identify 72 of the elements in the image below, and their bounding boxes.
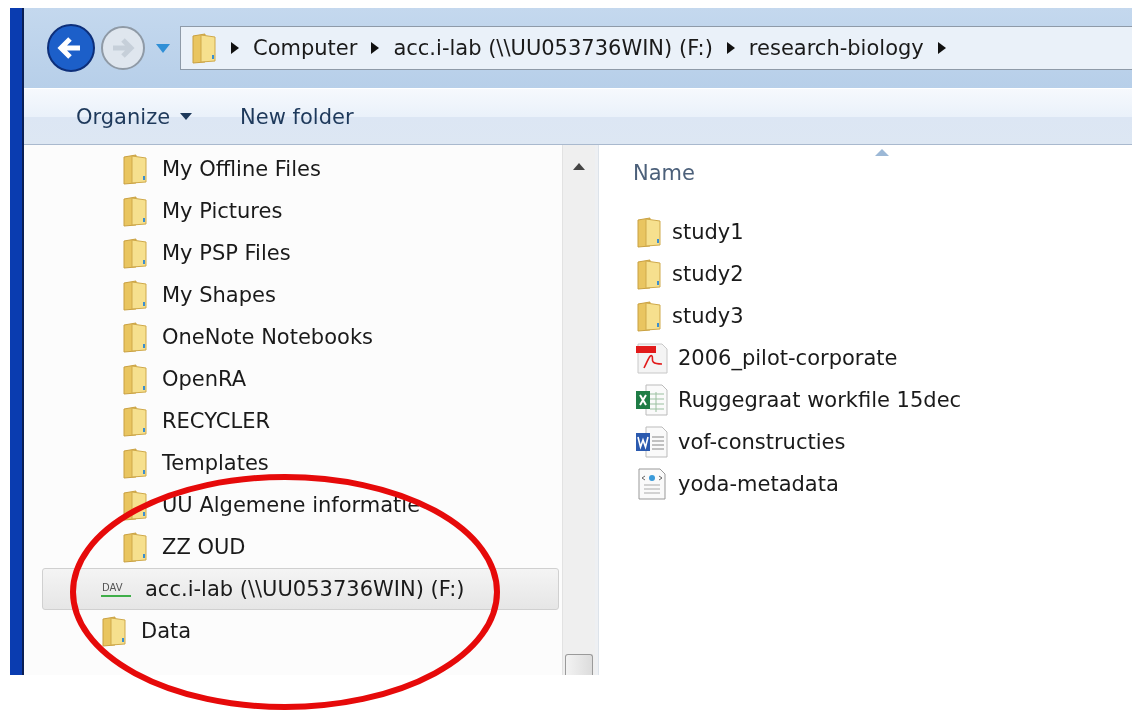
caret-icon	[180, 113, 193, 120]
folder-name: ZZ OUD	[162, 535, 246, 559]
folder-name: My PSP Files	[162, 241, 291, 265]
document-file-icon	[636, 426, 668, 458]
toolbar-button[interactable]: New folder	[240, 98, 354, 135]
folder-icon	[122, 237, 148, 269]
organize-menu-button[interactable]: Organize	[76, 98, 193, 135]
pdf-file-icon	[636, 342, 668, 374]
chevron-icon[interactable]	[231, 42, 239, 54]
file-row[interactable]: study1	[599, 211, 1132, 253]
folder-icon	[122, 447, 148, 479]
tree-item[interactable]: Data	[42, 610, 559, 652]
breadcrumb[interactable]: research-biology	[748, 36, 924, 60]
column-header[interactable]: Name	[633, 161, 695, 185]
file-name: 2006_pilot-corporate	[678, 346, 898, 370]
tree-item[interactable]: My Pictures	[24, 190, 562, 232]
folder-icon	[122, 489, 148, 521]
sort-arrow-icon	[875, 149, 889, 156]
folder-icon	[122, 531, 148, 563]
folder-icon	[636, 300, 662, 332]
file-name: study3	[672, 304, 744, 328]
folder-name: My Offline Files	[162, 157, 321, 181]
tree-item[interactable]: My PSP Files	[24, 232, 562, 274]
folder-name: Templates	[162, 451, 269, 475]
folder-name: OneNote Notebooks	[162, 325, 373, 349]
tree-item[interactable]: My Shapes	[24, 274, 562, 316]
folder-icon	[636, 258, 662, 290]
chevron-icon[interactable]	[371, 42, 380, 54]
folder-icon	[122, 279, 148, 311]
chevron-icon[interactable]	[726, 42, 735, 54]
tree-item[interactable]: OneNote Notebooks	[24, 316, 562, 358]
folder-icon	[101, 615, 127, 647]
file-row[interactable]: study3	[599, 295, 1132, 337]
file-row[interactable]: yoda-metadata	[599, 463, 1132, 505]
file-name: study1	[672, 220, 744, 244]
scroll-thumb[interactable]	[565, 654, 593, 675]
tree-item[interactable]: ZZ OUD	[24, 526, 562, 568]
file-row[interactable]: vof-constructies	[599, 421, 1132, 463]
folder-icon	[122, 195, 148, 227]
file-name: yoda-metadata	[678, 472, 839, 496]
drive-name: acc.i-lab (\\UU053736WIN) (F:)	[145, 577, 465, 601]
tree-item[interactable]: RECYCLER	[24, 400, 562, 442]
address-bar[interactable]: Computer acc.i-lab (\\UU053736WIN) (F:) research-biology	[180, 26, 1132, 70]
folder-icon	[122, 363, 148, 395]
folder-icon	[122, 321, 148, 353]
folder-name: My Pictures	[162, 199, 283, 223]
file-row[interactable]: study2	[599, 253, 1132, 295]
file-row[interactable]: 2006_pilot-corporate	[599, 337, 1132, 379]
folder-icon	[122, 405, 148, 437]
folder-name: My Shapes	[162, 283, 276, 307]
folder-name: RECYCLER	[162, 409, 271, 433]
breadcrumb[interactable]: acc.i-lab (\\UU053736WIN) (F:)	[393, 36, 713, 60]
tree-item[interactable]: OpenRA	[24, 358, 562, 400]
folder-icon	[191, 32, 217, 64]
file-name: study2	[672, 262, 744, 286]
folder-icon	[636, 216, 662, 248]
tree-item[interactable]: DAV acc.i-lab (\\UU053736WIN) (F:)	[42, 568, 559, 610]
file-name: Ruggegraat workfile 15dec	[678, 388, 962, 412]
back-button[interactable]	[46, 23, 96, 73]
breadcrumb[interactable]: Computer	[253, 36, 358, 60]
chevron-icon[interactable]	[937, 42, 946, 54]
scroll-up-icon[interactable]	[573, 163, 585, 170]
folder-name: Data	[141, 619, 192, 643]
scrollbar[interactable]	[562, 145, 595, 675]
folder-name: OpenRA	[162, 367, 247, 391]
spreadsheet-file-icon	[636, 384, 668, 416]
markup-file-icon	[636, 468, 668, 500]
tree-item[interactable]: Templates	[24, 442, 562, 484]
file-name: vof-constructies	[678, 430, 846, 454]
file-row[interactable]: Ruggegraat workfile 15dec	[599, 379, 1132, 421]
folder-icon	[122, 153, 148, 185]
tree-item[interactable]: My Offline Files	[24, 148, 562, 190]
